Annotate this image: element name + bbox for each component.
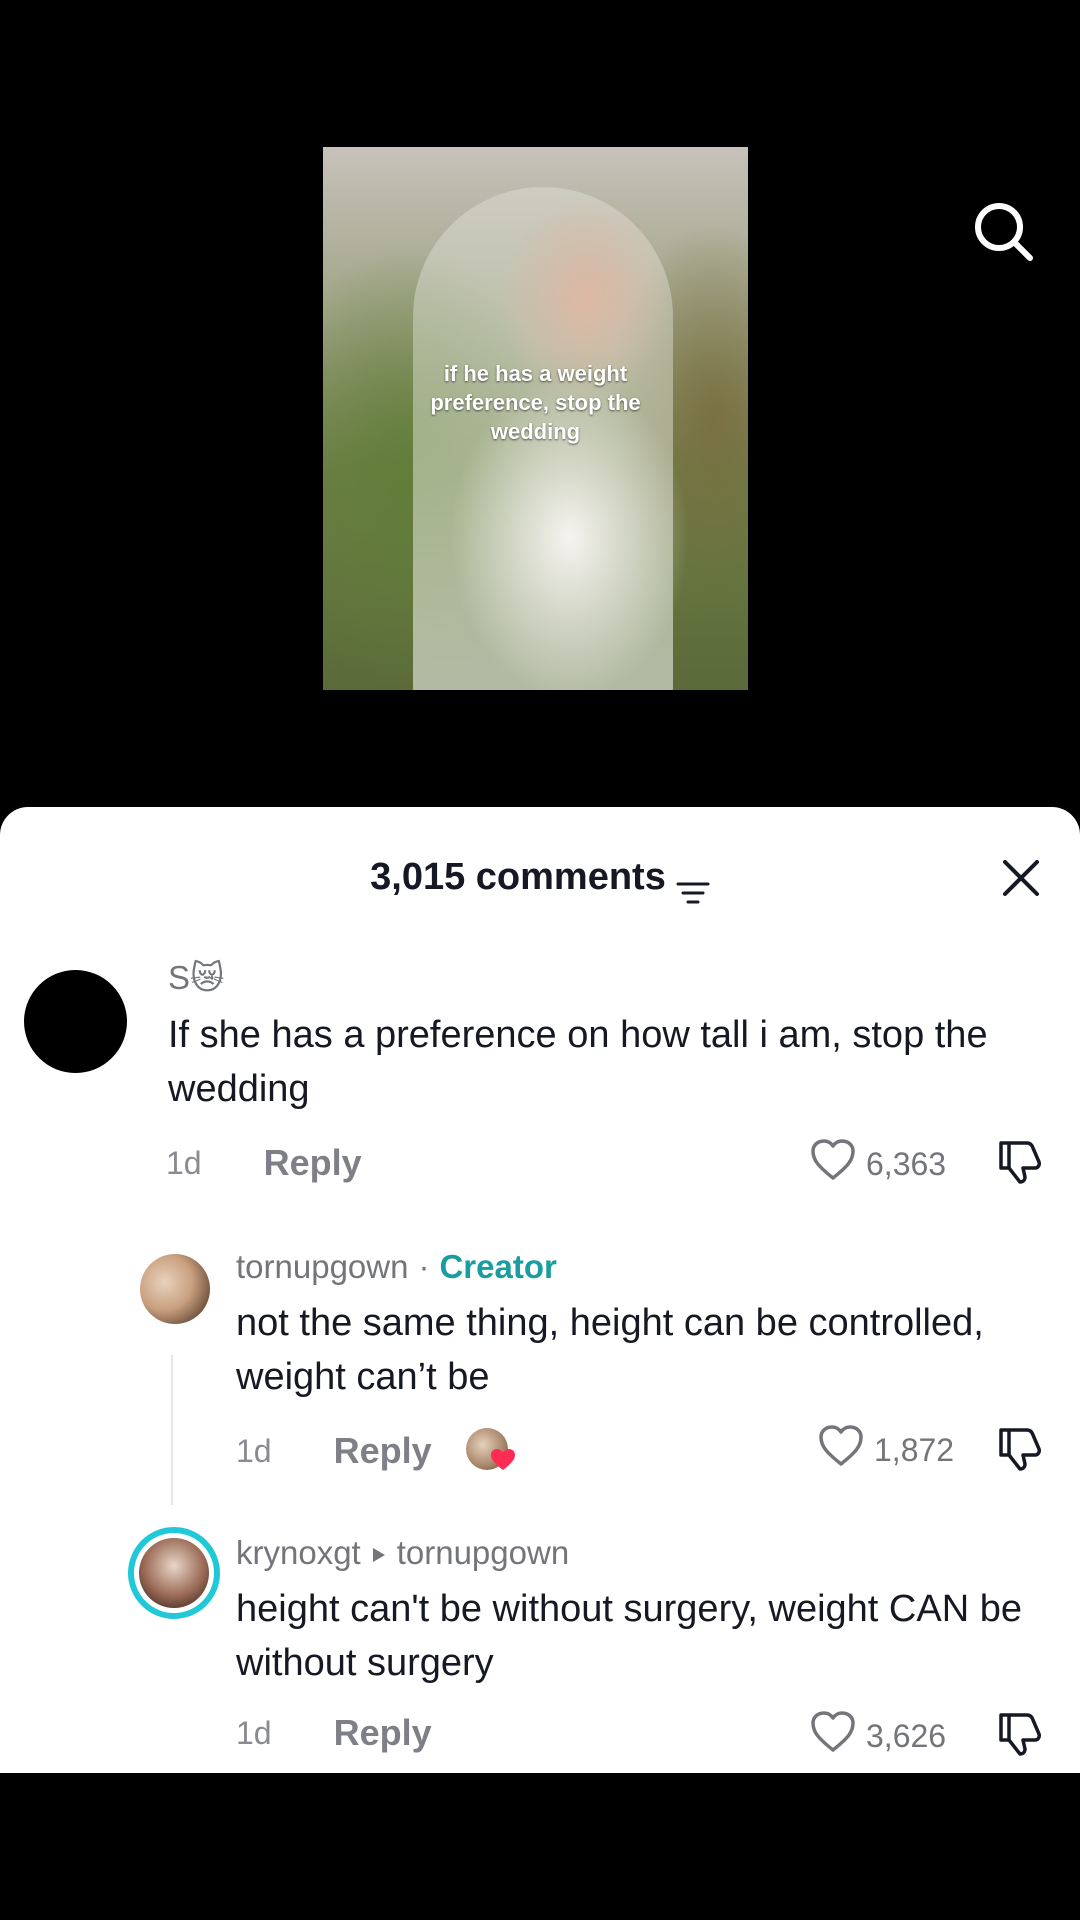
- video-thumbnail[interactable]: if he has a weight preference, stop the …: [323, 147, 748, 690]
- comment-username[interactable]: tornupgown · Creator: [236, 1248, 557, 1286]
- reply-to-username[interactable]: tornupgown: [397, 1534, 569, 1572]
- thumbs-down-icon[interactable]: [995, 1425, 1045, 1476]
- comment-text: not the same thing, height can be contro…: [236, 1302, 984, 1398]
- comment-text: height can't be without surgery, weight …: [236, 1588, 1022, 1684]
- avatar[interactable]: [24, 970, 127, 1073]
- comment-text: If she has a preference on how tall i am…: [168, 1014, 988, 1110]
- heart-icon[interactable]: [810, 1710, 856, 1762]
- creator-badge: Creator: [439, 1248, 557, 1285]
- comments-count: 3,015 comments: [370, 856, 666, 898]
- filter-icon[interactable]: [676, 864, 710, 904]
- comment-time: 1d: [236, 1714, 272, 1751]
- comment-username[interactable]: krynoxgt tornupgown: [236, 1534, 569, 1572]
- comment-time: 1d: [166, 1144, 202, 1181]
- avatar[interactable]: [140, 1254, 210, 1324]
- like-count: 6,363: [866, 1145, 947, 1182]
- like-count: 3,626: [866, 1717, 947, 1754]
- close-icon[interactable]: [998, 855, 1044, 901]
- heart-icon: [490, 1449, 515, 1470]
- thumbs-down-icon[interactable]: [995, 1710, 1045, 1761]
- video-caption: if he has a weight preference, stop the …: [430, 361, 641, 444]
- creator-liked-avatar: [465, 1428, 516, 1474]
- reply-button[interactable]: Reply: [334, 1712, 432, 1754]
- avatar-with-story-ring[interactable]: [128, 1527, 220, 1619]
- like-count: 1,872: [874, 1431, 955, 1468]
- comment-username[interactable]: S😿: [168, 958, 224, 997]
- separator: ·: [418, 1248, 430, 1285]
- reply-button[interactable]: Reply: [334, 1430, 432, 1472]
- bottom-bar: [0, 1773, 1080, 1920]
- thumbs-down-icon[interactable]: [995, 1138, 1045, 1189]
- triangle-right-icon: [371, 1534, 387, 1572]
- heart-icon[interactable]: [810, 1138, 856, 1190]
- reply-button[interactable]: Reply: [264, 1142, 362, 1184]
- heart-icon[interactable]: [818, 1424, 864, 1476]
- comments-header: 3,015 comments: [0, 847, 1080, 907]
- search-icon[interactable]: [972, 200, 1036, 264]
- thread-line: [171, 1355, 173, 1505]
- comment-time: 1d: [236, 1432, 272, 1469]
